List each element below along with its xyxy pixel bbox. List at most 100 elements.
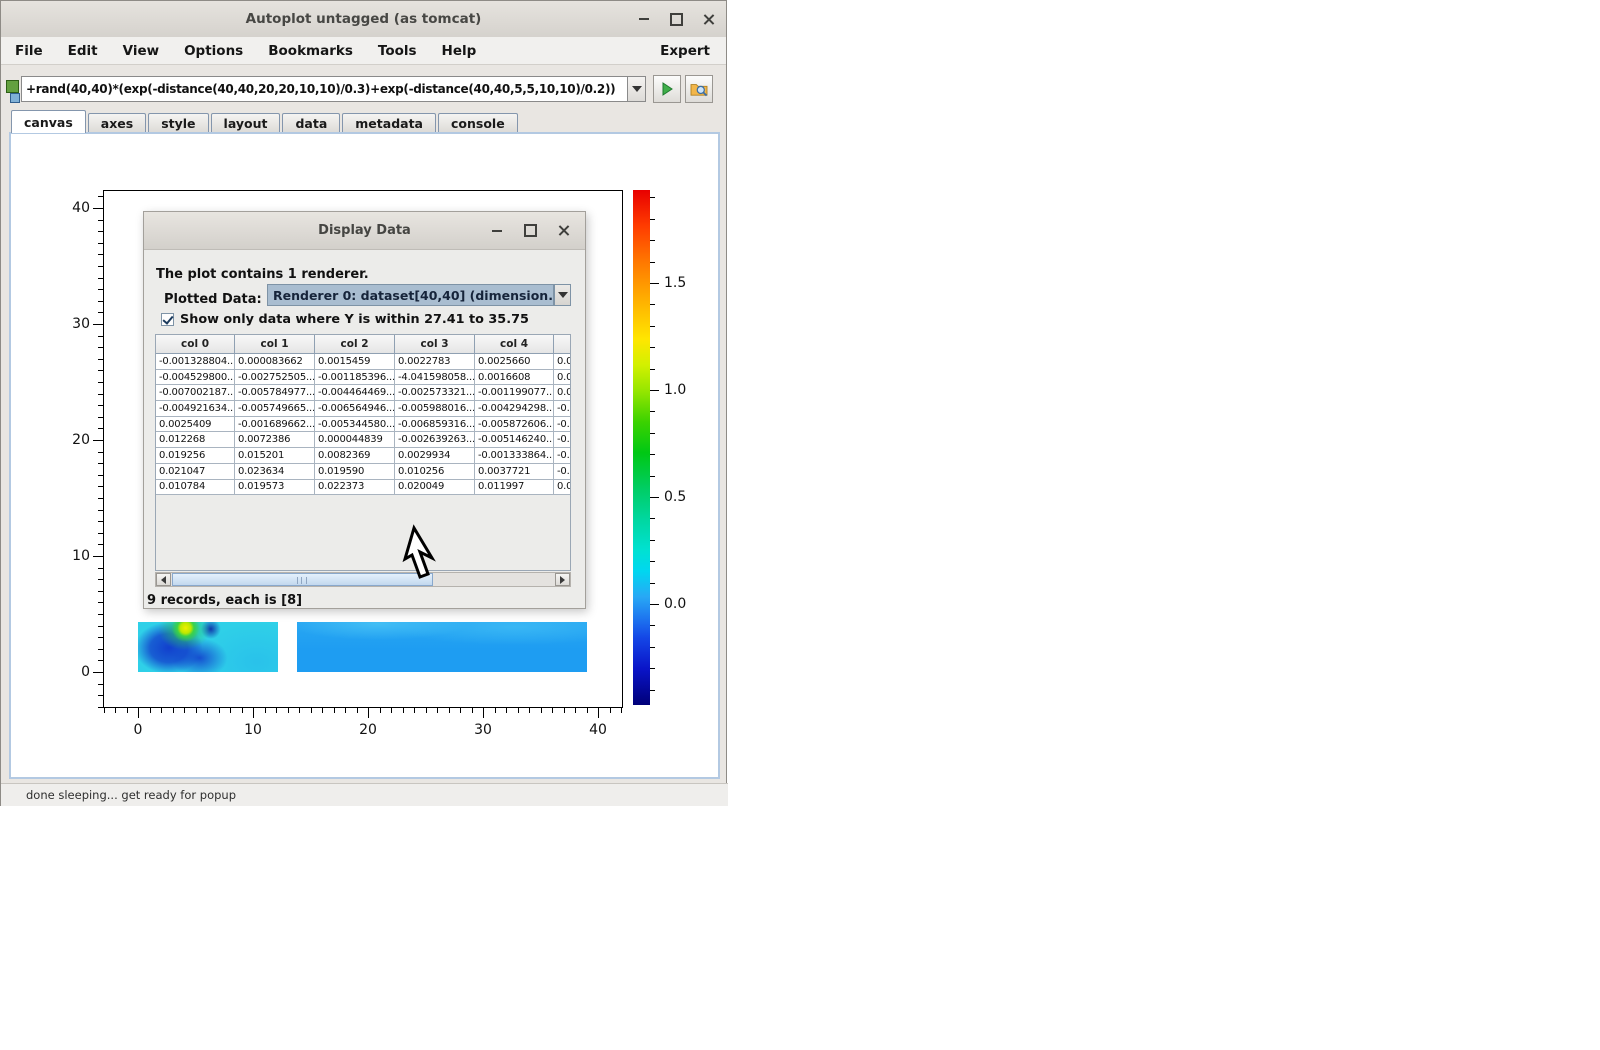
table-cell: 0.012268	[156, 432, 235, 448]
tab-data[interactable]: data	[282, 113, 340, 133]
table-cell: 0.0025409	[156, 416, 235, 432]
tab-layout[interactable]: layout	[211, 113, 281, 133]
menu-options[interactable]: Options	[184, 43, 243, 59]
table-cell: -0.002639263...	[395, 432, 475, 448]
table-row[interactable]: 0.0122680.00723860.000044839-0.002639263…	[156, 432, 571, 448]
table-cell: -0.001199077...	[475, 385, 554, 401]
plotted-data-label: Plotted Data:	[164, 292, 262, 307]
table-cell: 0.0025660	[475, 354, 554, 370]
menu-expert[interactable]: Expert	[660, 43, 710, 59]
table-cell: 0.0015459	[315, 354, 395, 370]
mouse-cursor-icon	[400, 524, 440, 584]
column-header[interactable]: col 0	[156, 335, 235, 354]
table-cell: 0.000083662	[235, 354, 315, 370]
tab-style[interactable]: style	[148, 113, 208, 133]
menu-bookmarks[interactable]: Bookmarks	[268, 43, 353, 59]
plotted-data-combobox[interactable]: Renderer 0: dataset[40,40] (dimension...	[267, 284, 554, 306]
table-row[interactable]: 0.0025409-0.001689662...-0.005344580...-…	[156, 416, 571, 432]
menu-help[interactable]: Help	[442, 43, 477, 59]
table-cell: 0.00	[554, 479, 572, 495]
tab-metadata[interactable]: metadata	[342, 113, 436, 133]
table-cell: 0.019256	[156, 448, 235, 464]
column-header[interactable]	[554, 335, 572, 354]
folder-magnifier-icon	[690, 81, 708, 97]
chevron-down-icon	[632, 86, 642, 92]
table-cell: -0.0	[554, 463, 572, 479]
table-cell: -0.005988016...	[395, 401, 475, 417]
dialog-titlebar[interactable]: Display Data	[144, 212, 585, 250]
renderer-count-text: The plot contains 1 renderer.	[156, 267, 369, 282]
dialog-maximize-button[interactable]	[522, 223, 538, 239]
table-cell: 0.0072386	[235, 432, 315, 448]
table-row[interactable]: -0.004921634...-0.005749665...-0.0065649…	[156, 401, 571, 417]
data-table-viewport[interactable]: col 0col 1col 2col 3col 4 -0.001328804..…	[155, 334, 571, 571]
status-text: done sleeping... get ready for popup	[26, 788, 236, 802]
table-row[interactable]: -0.001328804...0.0000836620.00154590.002…	[156, 354, 571, 370]
menu-items: File Edit View Options Bookmarks Tools Help	[15, 43, 501, 59]
filter-checkbox[interactable]	[161, 313, 174, 326]
chevron-down-icon	[558, 292, 568, 298]
menu-tools[interactable]: Tools	[378, 43, 417, 59]
column-header[interactable]: col 2	[315, 335, 395, 354]
table-cell: -0.004464469...	[315, 385, 395, 401]
menu-view[interactable]: View	[123, 43, 159, 59]
table-cell: -0.002573321...	[395, 385, 475, 401]
app-titlebar[interactable]: Autoplot untagged (as tomcat)	[1, 1, 726, 38]
filter-label: Show only data where Y is within 27.41 t…	[180, 312, 529, 327]
tab-console[interactable]: console	[438, 113, 518, 133]
close-button[interactable]	[700, 11, 716, 27]
tab-strip: canvasaxesstylelayoutdatametadataconsole	[11, 111, 520, 133]
uri-dropdown-button[interactable]	[627, 76, 646, 102]
table-cell: 0.00	[554, 385, 572, 401]
table-cell: -0.005749665...	[235, 401, 315, 417]
column-header[interactable]: col 3	[395, 335, 475, 354]
tab-canvas[interactable]: canvas	[11, 110, 86, 133]
column-header[interactable]: col 1	[235, 335, 315, 354]
table-cell: -0.005872606...	[475, 416, 554, 432]
app-title: Autoplot untagged (as tomcat)	[246, 11, 482, 27]
minimize-icon	[639, 18, 649, 20]
open-file-button[interactable]	[685, 75, 713, 103]
table-row[interactable]: -0.004529800...-0.002752505...-0.0011853…	[156, 369, 571, 385]
page: Autoplot untagged (as tomcat) File Edit Vi…	[0, 0, 1600, 1050]
table-cell: 0.0082369	[315, 448, 395, 464]
table-cell: -0.001185396...	[315, 369, 395, 385]
table-cell: -0.002752505...	[235, 369, 315, 385]
table-cell: 0.0037721	[475, 463, 554, 479]
table-cell: 0.019590	[315, 463, 395, 479]
table-cell: -0.004921634...	[156, 401, 235, 417]
maximize-button[interactable]	[668, 11, 684, 27]
tab-axes[interactable]: axes	[88, 113, 146, 133]
table-row[interactable]: 0.0107840.0195730.0223730.0200490.011997…	[156, 479, 571, 495]
minimize-button[interactable]	[636, 11, 652, 27]
table-cell: -0.006859316...	[395, 416, 475, 432]
scrollbar-thumb[interactable]	[172, 573, 433, 586]
menu-file[interactable]: File	[15, 43, 43, 59]
column-header[interactable]: col 4	[475, 335, 554, 354]
maximize-icon	[670, 13, 683, 26]
table-cell: 0.020049	[395, 479, 475, 495]
plotted-data-combobox-arrow[interactable]	[554, 284, 571, 306]
scroll-right-button[interactable]	[555, 573, 570, 586]
scroll-left-button[interactable]	[156, 573, 171, 586]
display-data-dialog: Display Data The plot contains 1 rendere…	[143, 211, 586, 609]
table-row[interactable]: 0.0210470.0236340.0195900.0102560.003772…	[156, 463, 571, 479]
dialog-close-button[interactable]	[555, 223, 571, 239]
table-cell: -0.004294298...	[475, 401, 554, 417]
status-bar: done sleeping... get ready for popup	[1, 783, 728, 806]
uri-input[interactable]: +rand(40,40)*(exp(-distance(40,40,20,20,…	[21, 76, 628, 102]
arrow-right-icon	[560, 576, 565, 584]
menu-edit[interactable]: Edit	[68, 43, 98, 59]
horizontal-scrollbar[interactable]	[155, 572, 571, 587]
table-cell: 0.011997	[475, 479, 554, 495]
go-button[interactable]	[653, 75, 681, 103]
table-row[interactable]: -0.007002187...-0.005784977...-0.0044644…	[156, 385, 571, 401]
table-cell: -0.004529800...	[156, 369, 235, 385]
table-cell: -0.006564946...	[315, 401, 395, 417]
table-cell: 0.022373	[315, 479, 395, 495]
table-cell: 0.023634	[235, 463, 315, 479]
table-cell: -0.0	[554, 448, 572, 464]
dialog-minimize-button[interactable]	[489, 223, 505, 239]
data-table: col 0col 1col 2col 3col 4 -0.001328804..…	[156, 335, 571, 495]
table-row[interactable]: 0.0192560.0152010.00823690.0029934-0.001…	[156, 448, 571, 464]
